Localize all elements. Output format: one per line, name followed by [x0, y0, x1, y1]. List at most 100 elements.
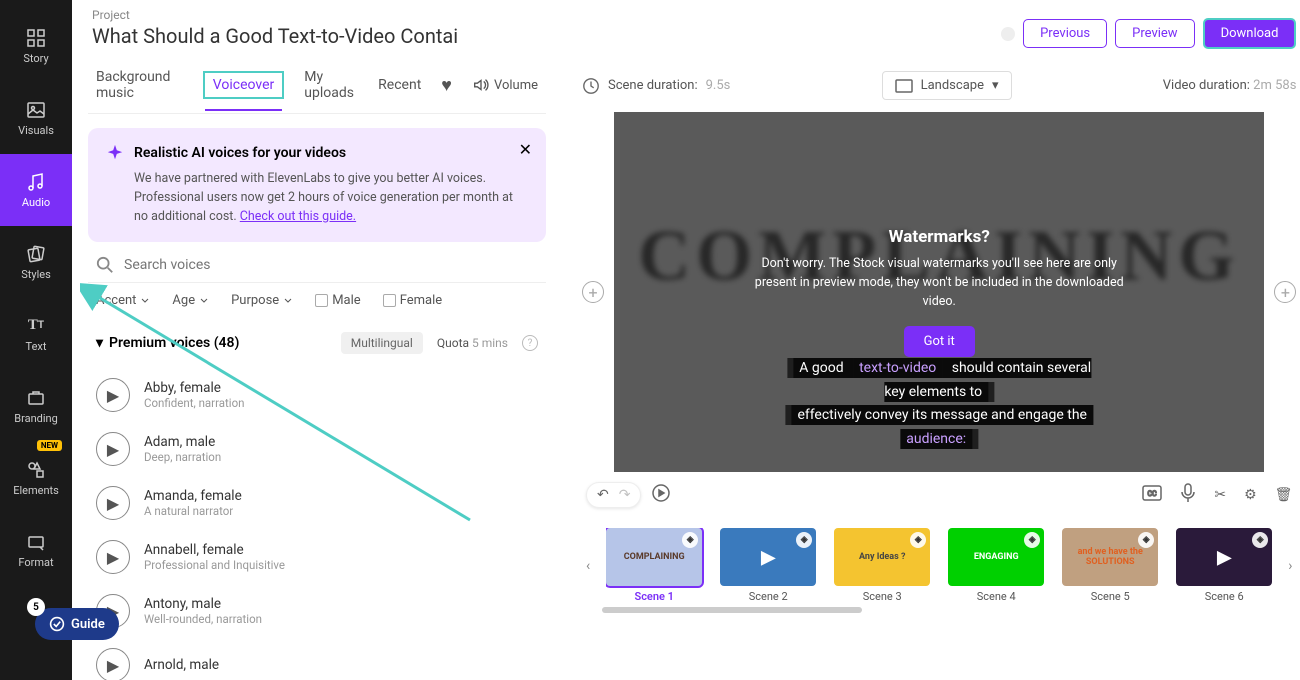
sidebar-item-audio[interactable]: Audio — [0, 154, 72, 226]
cut-button[interactable]: ✂ — [1214, 487, 1226, 503]
multilingual-badge: Multilingual — [341, 332, 423, 354]
tab-voiceover[interactable]: Voiceover — [203, 71, 284, 99]
voice-item[interactable]: ▶Abby, femaleConfident, narration — [88, 368, 546, 422]
cc-button[interactable]: CC — [1142, 485, 1162, 505]
voice-desc: A natural narrator — [144, 504, 242, 518]
scenes-scrollbar[interactable] — [602, 607, 862, 613]
voice-item[interactable]: ▶ Annabell, femaleProfessional and Inquis… — [88, 530, 546, 584]
layers-icon[interactable]: ◈ — [910, 532, 926, 548]
scene-duration-value: 9.5s — [706, 78, 731, 93]
sidebar-item-branding[interactable]: Branding — [0, 370, 72, 442]
got-it-button[interactable]: Got it — [904, 326, 975, 357]
sidebar-item-format[interactable]: Format — [0, 514, 72, 586]
volume-control[interactable]: Volume — [472, 76, 538, 94]
image-icon — [26, 100, 46, 120]
add-scene-after[interactable]: + — [1274, 281, 1296, 303]
scenes-next[interactable]: › — [1284, 558, 1296, 574]
favorites-icon[interactable]: ♥ — [441, 75, 452, 96]
filter-accent[interactable]: Accent — [96, 293, 150, 308]
chevron-down-icon — [283, 296, 293, 306]
filter-purpose[interactable]: Purpose — [231, 293, 293, 308]
scene-item[interactable]: Any Ideas ?◈Scene 3 — [834, 528, 930, 603]
voice-item[interactable]: ▶Amanda, femaleA natural narrator — [88, 476, 546, 530]
format-icon — [26, 532, 46, 552]
search-input[interactable] — [124, 257, 538, 273]
scene-label: Scene 3 — [863, 590, 902, 603]
landscape-icon — [895, 79, 913, 93]
close-icon[interactable]: ✕ — [519, 140, 532, 159]
scene-item[interactable]: and we have the SOLUTIONS◈Scene 5 — [1062, 528, 1158, 603]
sidebar-item-text[interactable]: TT Text — [0, 298, 72, 370]
play-icon[interactable]: ▶ — [96, 486, 130, 520]
voice-desc: Well-rounded, narration — [144, 612, 262, 626]
sidebar-item-styles[interactable]: Styles — [0, 226, 72, 298]
play-icon[interactable]: ▶ — [96, 378, 130, 412]
chevron-down-icon — [199, 296, 209, 306]
voice-name: Antony, male — [144, 596, 262, 612]
previous-button[interactable]: Previous — [1023, 19, 1107, 48]
settings-button[interactable]: ⚙ — [1244, 487, 1257, 503]
tab-uploads[interactable]: My uploads — [304, 69, 358, 101]
music-icon — [26, 172, 46, 192]
quota-value: 5 mins — [472, 336, 508, 350]
breadcrumb: Project — [92, 8, 458, 22]
sidebar-label: Visuals — [18, 124, 54, 137]
ai-voices-banner: ✕ Realistic AI voices for your videos We… — [88, 128, 546, 242]
undo-button[interactable]: ↶ — [597, 487, 609, 503]
redo-button[interactable]: ↷ — [619, 487, 631, 503]
add-scene-before[interactable]: + — [582, 281, 604, 303]
play-icon[interactable]: ▶ — [96, 540, 130, 574]
text-icon: TT — [26, 316, 46, 336]
orientation-dropdown[interactable]: Landscape ▾ — [882, 71, 1012, 100]
sidebar-item-visuals[interactable]: Visuals — [0, 82, 72, 154]
sidebar-label: Styles — [21, 268, 51, 281]
scene-label: Scene 4 — [977, 590, 1016, 603]
status-indicator — [1001, 27, 1015, 41]
play-icon[interactable]: ▶ — [96, 648, 130, 680]
banner-link[interactable]: Check out this guide. — [240, 209, 356, 224]
voice-name: Annabell, female — [144, 542, 285, 558]
sidebar-item-story[interactable]: Story — [0, 10, 72, 82]
scene-item[interactable]: COMPLAINING◈Scene 1 — [606, 528, 702, 603]
voice-name: Abby, female — [144, 380, 244, 396]
voice-desc: Professional and Inquisitive — [144, 558, 285, 572]
layers-icon[interactable]: ◈ — [682, 532, 698, 548]
caption: A good text-to-video should contain seve… — [777, 357, 1102, 452]
tab-bg-music[interactable]: Background music — [96, 69, 183, 101]
checkbox-female[interactable]: Female — [383, 293, 442, 308]
scene-label: Scene 1 — [634, 590, 673, 603]
preview-button[interactable]: Preview — [1115, 19, 1194, 48]
sidebar-label: Branding — [14, 412, 58, 425]
delete-button[interactable]: 🗑 — [1275, 487, 1293, 503]
voice-item[interactable]: ▶Antony, maleWell-rounded, narration — [88, 584, 546, 638]
sidebar: Story Visuals Audio Styles TT Text Brand… — [0, 0, 72, 680]
tab-recent[interactable]: Recent — [378, 77, 421, 93]
mic-button[interactable] — [1180, 483, 1196, 507]
scenes-timeline: ‹ COMPLAINING◈Scene 1▶◈Scene 2Any Ideas … — [582, 518, 1296, 613]
download-button[interactable]: Download — [1203, 18, 1297, 49]
scene-item[interactable]: ▶◈Scene 2 — [720, 528, 816, 603]
layers-icon[interactable]: ◈ — [1024, 532, 1040, 548]
scene-item[interactable]: ENGAGING◈Scene 4 — [948, 528, 1044, 603]
guide-button[interactable]: 5 Guide — [35, 608, 119, 640]
sidebar-label: Story — [23, 52, 48, 65]
quota-label: Quota — [437, 336, 469, 350]
sidebar-label: Format — [18, 556, 53, 569]
scene-item[interactable]: ▶◈Scene 6 — [1176, 528, 1272, 603]
voice-item[interactable]: ▶Arnold, male — [88, 638, 546, 680]
scene-duration-label: Scene duration: — [608, 78, 698, 93]
play-button[interactable] — [651, 483, 671, 507]
play-icon[interactable]: ▶ — [96, 432, 130, 466]
filter-age[interactable]: Age — [172, 293, 209, 308]
voice-item[interactable]: ▶Adam, maleDeep, narration — [88, 422, 546, 476]
scene-label: Scene 2 — [749, 590, 788, 603]
clock-icon — [582, 77, 600, 95]
checkbox-male[interactable]: Male — [315, 293, 360, 308]
voices-section-toggle[interactable]: ▾ Premium voices (48) — [96, 335, 239, 351]
sidebar-item-elements[interactable]: NEW Elements — [0, 442, 72, 514]
help-icon[interactable]: ? — [522, 335, 538, 351]
layers-icon[interactable]: ◈ — [1252, 532, 1268, 548]
layers-icon[interactable]: ◈ — [796, 532, 812, 548]
watermark-overlay: Watermarks? Don't worry. The Stock visua… — [749, 227, 1129, 356]
scenes-prev[interactable]: ‹ — [582, 558, 594, 574]
